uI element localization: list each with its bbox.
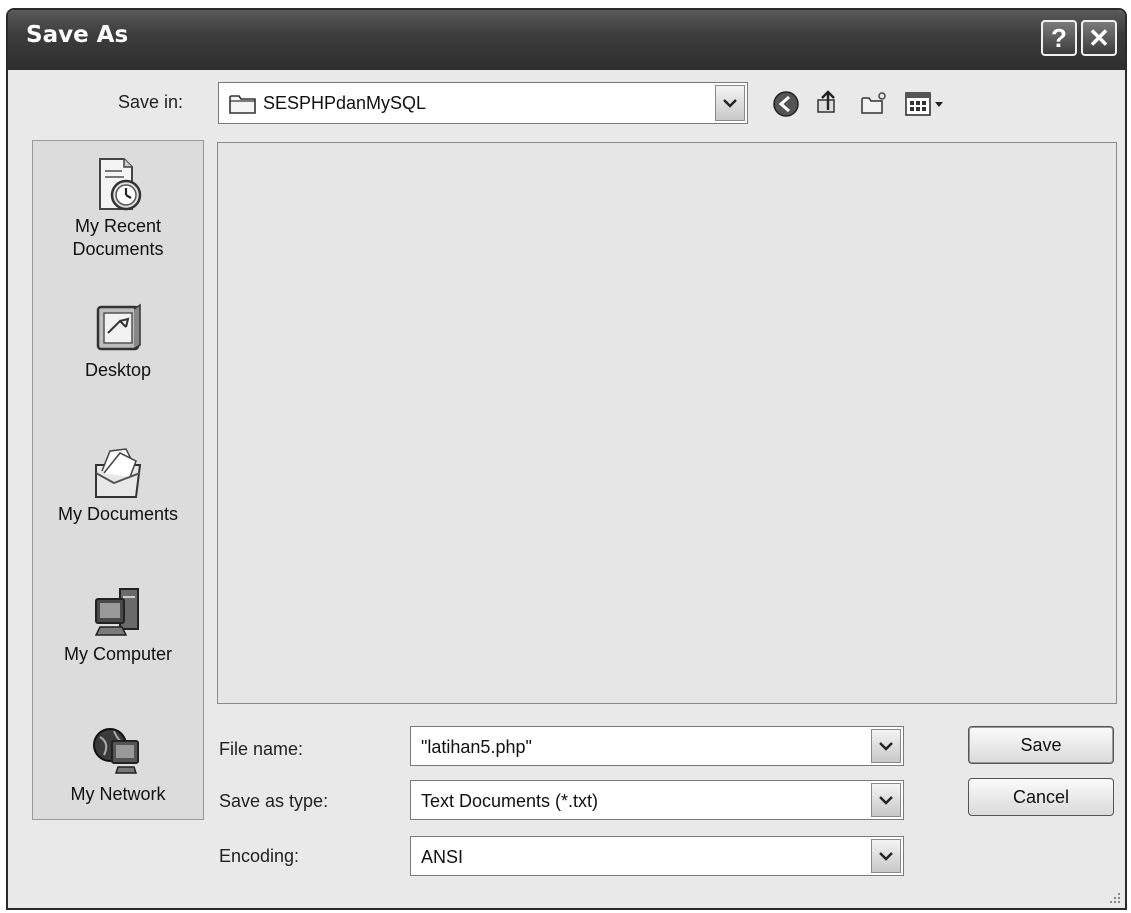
save-in-label: Save in: <box>118 92 184 112</box>
help-button[interactable]: ? <box>1041 20 1077 56</box>
recent-documents-icon <box>99 158 142 211</box>
encoding-dropdown-button[interactable] <box>871 839 901 873</box>
folder-icon <box>229 95 256 114</box>
chevron-down-icon <box>879 852 893 861</box>
save-in-dropdown-button[interactable] <box>715 85 745 121</box>
place-my-computer[interactable]: My Computer <box>33 583 203 666</box>
chevron-down-icon <box>879 796 893 805</box>
save-in-dropdown[interactable]: SESPHPdanMySQL <box>218 82 748 124</box>
save-button[interactable]: Save <box>968 726 1114 764</box>
back-icon[interactable] <box>772 90 800 118</box>
file-name-dropdown-button[interactable] <box>871 729 901 763</box>
save-as-type-value: Text Documents (*.txt) <box>421 791 599 811</box>
place-my-network[interactable]: My Network <box>33 723 203 806</box>
file-name-label: File name: <box>219 739 304 759</box>
file-list-view[interactable] <box>217 142 1117 704</box>
resize-grip-icon[interactable] <box>1107 890 1121 904</box>
place-my-documents[interactable]: My Documents <box>33 443 203 526</box>
current-folder-text: SESPHPdanMySQL <box>263 93 427 113</box>
encoding-value: ANSI <box>421 847 464 867</box>
chevron-down-icon <box>879 742 893 751</box>
close-button[interactable]: ✕ <box>1081 20 1117 56</box>
place-label: My Network <box>70 784 166 804</box>
cancel-button[interactable]: Cancel <box>968 778 1114 816</box>
file-name-input[interactable]: "latihan5.php" <box>410 726 904 766</box>
up-folder-icon[interactable] <box>814 88 842 116</box>
save-as-type-label: Save as type: <box>219 791 329 811</box>
place-label: Desktop <box>84 360 152 380</box>
place-label: My Computer <box>63 644 173 664</box>
my-network-icon <box>93 728 139 774</box>
encoding-select[interactable]: ANSI <box>410 836 904 876</box>
encoding-label: Encoding: <box>219 846 300 866</box>
views-menu-icon[interactable] <box>904 90 948 118</box>
my-documents-icon <box>95 448 142 498</box>
places-bar: My RecentDocuments Desktop My Documents <box>32 140 204 820</box>
save-as-type-dropdown-button[interactable] <box>871 783 901 817</box>
dialog-title: Save As <box>26 22 129 48</box>
save-as-dialog: Save As ? ✕ Save in: SESPHPdanMySQL My R… <box>6 8 1127 910</box>
file-name-value: "latihan5.php" <box>421 737 532 757</box>
my-computer-icon <box>94 588 139 636</box>
desktop-icon <box>96 303 141 351</box>
place-label: My Recent Documents <box>72 216 164 259</box>
new-folder-icon[interactable] <box>860 90 888 118</box>
chevron-down-icon <box>723 99 737 108</box>
title-bar[interactable]: Save As ? ✕ <box>8 10 1125 70</box>
place-label: My Documents <box>57 504 179 524</box>
place-my-recent-documents[interactable]: My Recent Documents <box>33 155 203 261</box>
save-as-type-select[interactable]: Text Documents (*.txt) <box>410 780 904 820</box>
place-desktop[interactable]: Desktop <box>33 299 203 382</box>
